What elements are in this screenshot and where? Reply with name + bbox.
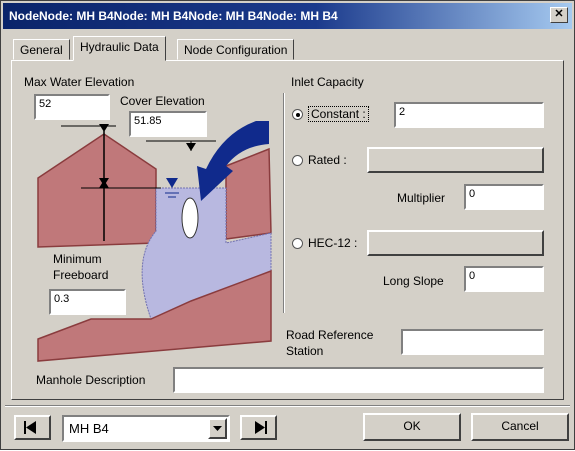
node-dialog: NodeNode: MH B4Node: MH B4Node: MH B4Nod… bbox=[0, 0, 575, 450]
ground-right bbox=[225, 147, 272, 240]
constant-radio[interactable] bbox=[292, 109, 303, 120]
manhole-description-field[interactable] bbox=[173, 367, 544, 393]
tab-hydraulic-data[interactable]: Hydraulic Data bbox=[73, 36, 166, 61]
minimum-freeboard-label: Minimum Freeboard bbox=[53, 252, 109, 282]
cancel-button[interactable]: Cancel bbox=[471, 413, 569, 441]
ok-button[interactable]: OK bbox=[363, 413, 461, 441]
long-slope-label: Long Slope bbox=[383, 274, 444, 288]
rated-label: Rated : bbox=[308, 153, 347, 167]
long-slope-field[interactable]: 0 bbox=[464, 266, 544, 292]
max-water-elevation-label: Max Water Elevation bbox=[24, 75, 135, 89]
multiplier-field[interactable]: 0 bbox=[464, 184, 544, 210]
constant-value-field[interactable]: 2 bbox=[394, 102, 544, 128]
manhole-description-label: Manhole Description bbox=[36, 373, 146, 387]
constant-label: Constant : bbox=[308, 106, 369, 122]
road-reference-field[interactable] bbox=[401, 329, 544, 355]
footer-separator bbox=[5, 405, 570, 407]
ground-left bbox=[37, 133, 157, 248]
arrow-right-icon bbox=[255, 421, 267, 434]
rated-radio[interactable] bbox=[292, 155, 303, 166]
previous-node-button[interactable] bbox=[14, 415, 51, 440]
inlet-capacity-label: Inlet Capacity bbox=[291, 75, 364, 89]
node-select-value: MH B4 bbox=[69, 421, 109, 436]
max-water-arrow bbox=[99, 124, 109, 132]
inlet-capacity-divider bbox=[283, 93, 285, 313]
multiplier-label: Multiplier bbox=[397, 191, 446, 205]
rated-button[interactable] bbox=[367, 147, 544, 173]
arrow-left-icon bbox=[24, 421, 36, 434]
next-node-button[interactable] bbox=[240, 415, 277, 440]
hec12-button[interactable] bbox=[367, 230, 544, 256]
cancel-button-label: Cancel bbox=[501, 419, 539, 433]
pipe-opening bbox=[181, 197, 199, 239]
tab-hydraulic-data-label: Hydraulic Data bbox=[80, 40, 159, 54]
chevron-down-icon bbox=[213, 426, 222, 431]
hec12-radio[interactable] bbox=[292, 238, 303, 249]
cover-elevation-field[interactable]: 51.85 bbox=[129, 111, 207, 137]
node-select[interactable]: MH B4 bbox=[62, 415, 230, 442]
ok-button-label: OK bbox=[403, 419, 421, 433]
max-water-elevation-field[interactable]: 52 bbox=[34, 94, 110, 120]
minimum-freeboard-field[interactable]: 0.3 bbox=[49, 289, 126, 315]
constant-label-text: Constant : bbox=[308, 106, 369, 122]
cover-elevation-label: Cover Elevation bbox=[120, 94, 205, 108]
hec12-label: HEC-12 : bbox=[308, 236, 358, 250]
node-select-dropdown[interactable] bbox=[208, 418, 227, 439]
water-level-marker bbox=[166, 178, 178, 188]
road-reference-label: Road Reference Station bbox=[286, 328, 374, 358]
